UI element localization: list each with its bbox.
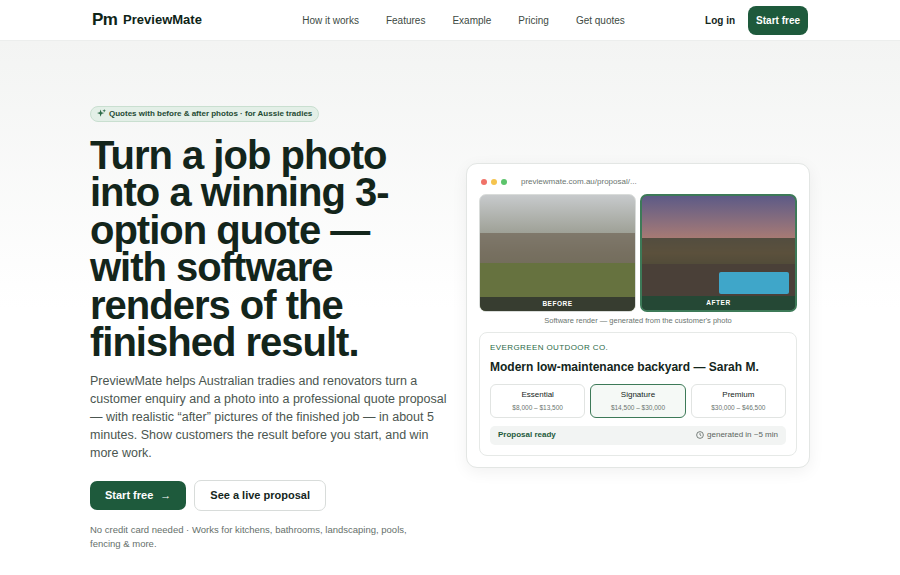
hero-headline: Turn a job photo into a winning 3-option… xyxy=(90,137,445,361)
option-price: $14,500 – $30,000 xyxy=(611,403,665,413)
badge-text: Quotes with before & after photos · for … xyxy=(109,108,312,120)
arrow-icon: → xyxy=(160,487,171,504)
browser-url: previewmate.com.au/proposal/... xyxy=(521,176,637,188)
proposal-title: Modern low-maintenance backyard — Sarah … xyxy=(490,358,786,376)
brand-logo[interactable]: Pm PreviewMate xyxy=(92,7,282,33)
after-label: AFTER xyxy=(706,298,730,308)
hero-buttons: Start free → See a live proposal xyxy=(90,480,450,511)
nav-link[interactable]: Pricing xyxy=(518,13,549,28)
start-free-button[interactable]: Start free xyxy=(748,6,808,35)
render-caption: Software render — generated from the cus… xyxy=(479,315,797,327)
status-time: generated in ~5 min xyxy=(696,429,778,441)
clock-icon xyxy=(696,431,704,439)
option-card[interactable]: Signature $14,500 – $30,000 xyxy=(590,384,685,418)
before-photo: BEFORE xyxy=(479,194,636,312)
nav-link[interactable]: Example xyxy=(452,13,491,28)
status-bar: Proposal ready generated in ~5 min xyxy=(490,426,786,445)
time-text: generated in ~5 min xyxy=(707,429,778,441)
logo-mark: Pm xyxy=(92,7,117,33)
option-name: Signature xyxy=(621,389,655,401)
site-header: Pm PreviewMate How it works Features Examp… xyxy=(0,0,900,41)
main-nav: How it works Features Example Pricing Get qu… xyxy=(222,13,705,28)
after-photo: AFTER xyxy=(640,194,797,312)
after-label-bar: AFTER xyxy=(642,296,795,310)
nav-link[interactable]: Features xyxy=(386,13,425,28)
hero-note: No credit card needed · Works for kitche… xyxy=(90,523,430,551)
after-pool xyxy=(719,272,789,294)
option-price: $30,000 – $46,500 xyxy=(711,403,765,413)
hero-copy: Quotes with before & after photos · for … xyxy=(90,41,450,575)
brand-name: PreviewMate xyxy=(123,10,202,30)
proposal-preview: previewmate.com.au/proposal/... BEFORE A… xyxy=(466,163,810,468)
maximize-dot xyxy=(501,179,507,185)
live-proposal-button[interactable]: See a live proposal xyxy=(194,480,326,511)
before-label: BEFORE xyxy=(542,299,572,309)
browser-bar: previewmate.com.au/proposal/... xyxy=(479,176,797,188)
minimize-dot xyxy=(491,179,497,185)
before-label-bar: BEFORE xyxy=(480,297,635,311)
option-name: Premium xyxy=(722,389,754,401)
nav-link[interactable]: How it works xyxy=(302,13,359,28)
option-list: Essential $8,000 – $13,500 Signature $14,50… xyxy=(490,384,786,418)
header-actions: Log in Start free xyxy=(705,6,808,35)
option-card[interactable]: Essential $8,000 – $13,500 xyxy=(490,384,585,418)
company-name: EVERGREEN OUTDOOR CO. xyxy=(490,342,786,354)
hero-start-label: Start free xyxy=(105,487,153,504)
status-text: Proposal ready xyxy=(498,429,556,441)
close-dot xyxy=(481,179,487,185)
option-card[interactable]: Premium $30,000 – $46,500 xyxy=(691,384,786,418)
hero-badge: Quotes with before & after photos · for … xyxy=(90,106,319,122)
hero-paragraph: PreviewMate helps Australian tradies and… xyxy=(90,373,452,462)
option-price: $8,000 – $13,500 xyxy=(512,403,563,413)
nav-link[interactable]: Get quotes xyxy=(576,13,625,28)
photo-row: BEFORE AFTER xyxy=(479,194,797,312)
sparkle-icon xyxy=(97,109,106,118)
hero-start-button[interactable]: Start free → xyxy=(90,481,186,510)
before-fence xyxy=(480,233,635,263)
proposal-card: EVERGREEN OUTDOOR CO. Modern low-mainten… xyxy=(479,332,797,456)
option-name: Essential xyxy=(521,389,553,401)
login-link[interactable]: Log in xyxy=(705,13,735,28)
hero: Quotes with before & after photos · for … xyxy=(0,41,900,575)
